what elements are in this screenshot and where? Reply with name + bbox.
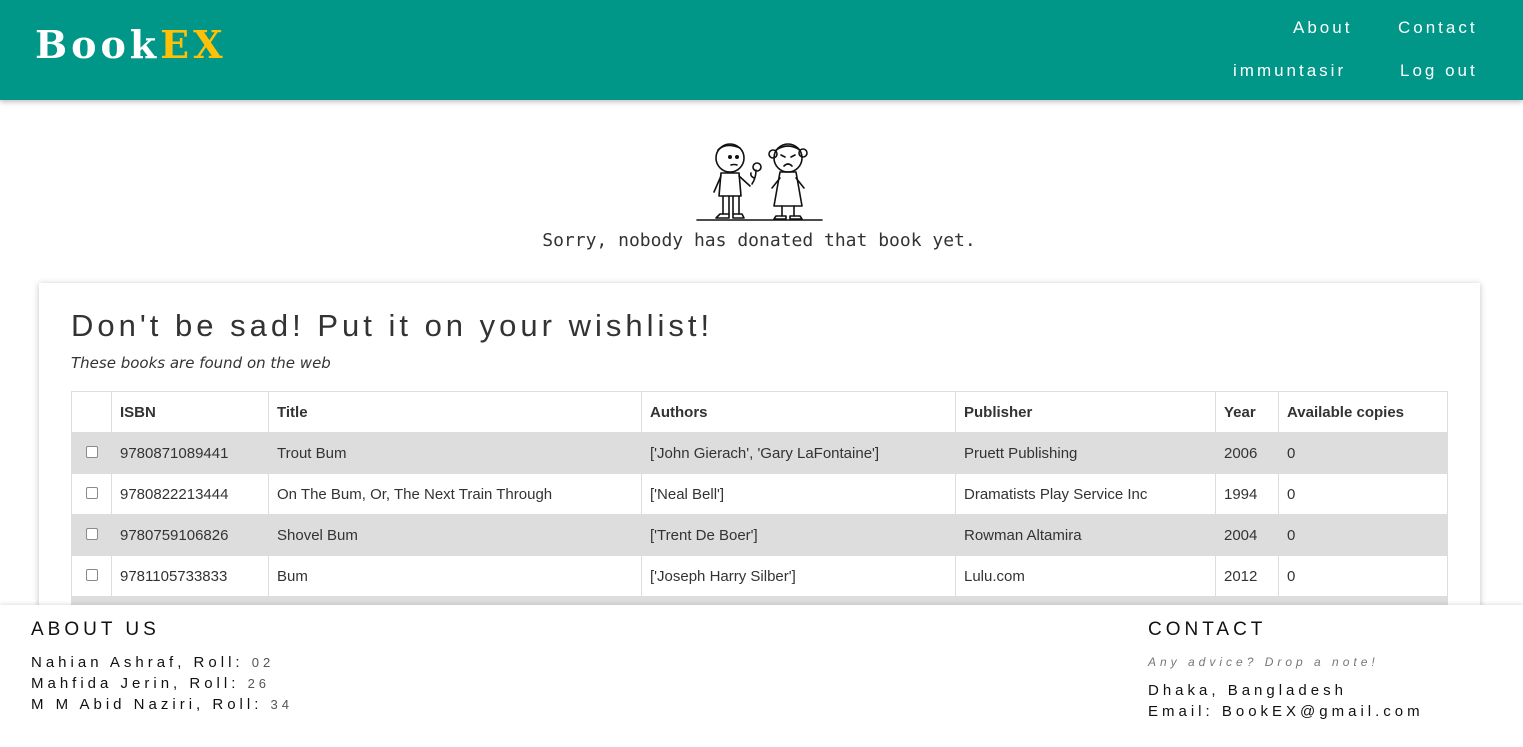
table-header-row: ISBN Title Authors Publisher Year Availa…: [71, 391, 1448, 433]
books-table: ISBN Title Authors Publisher Year Availa…: [71, 391, 1448, 638]
cell-title: Bum: [268, 555, 642, 597]
cell-publisher: Rowman Altamira: [955, 514, 1216, 556]
cell-copies: 0: [1278, 514, 1448, 556]
nav-contact-link[interactable]: Contact: [1398, 18, 1478, 38]
cell-isbn: 9780871089441: [111, 432, 269, 474]
member-line: M M Abid Naziri, Roll: 34: [31, 696, 293, 713]
cell-publisher: Pruett Publishing: [955, 432, 1216, 474]
col-isbn: ISBN: [111, 391, 269, 433]
table-row: 9780759106826 Shovel Bum ['Trent De Boer…: [71, 514, 1448, 556]
top-navbar: BookEX About Contact immuntasir Log out: [0, 0, 1523, 100]
table-row: 9780822213444 On The Bum, Or, The Next T…: [71, 473, 1448, 515]
cell-title: On The Bum, Or, The Next Train Through: [268, 473, 642, 515]
table-row: 9781105733833 Bum ['Joseph Harry Silber'…: [71, 555, 1448, 597]
nav-about-link[interactable]: About: [1293, 18, 1352, 38]
cell-publisher: Dramatists Play Service Inc: [955, 473, 1216, 515]
cell-title: Trout Bum: [268, 432, 642, 474]
cell-authors: ['Trent De Boer']: [641, 514, 956, 556]
row-checkbox[interactable]: [85, 527, 98, 540]
wishlist-subtitle: These books are found on the web: [71, 354, 331, 372]
member-name: Mahfida Jerin, Roll:: [31, 675, 240, 692]
member-line: Nahian Ashraf, Roll: 02: [31, 654, 274, 671]
cell-isbn: 9780759106826: [111, 514, 269, 556]
row-checkbox[interactable]: [85, 568, 98, 581]
sorry-message: Sorry, nobody has donated that book yet.: [542, 230, 976, 251]
table-row: 9780871089441 Trout Bum ['John Gierach',…: [71, 432, 1448, 474]
wishlist-title: Don't be sad! Put it on your wishlist!: [71, 308, 714, 343]
about-heading: ABOUT US: [31, 619, 160, 640]
member-roll: 26: [247, 676, 271, 691]
member-name: M M Abid Naziri, Roll:: [31, 696, 263, 713]
cell-authors: ['Neal Bell']: [641, 473, 956, 515]
col-title: Title: [268, 391, 642, 433]
col-copies: Available copies: [1278, 391, 1448, 433]
nav-user-link[interactable]: immuntasir: [1233, 61, 1346, 81]
nav-logout-link[interactable]: Log out: [1400, 61, 1478, 81]
cell-year: 1994: [1215, 473, 1279, 515]
cell-year: 2006: [1215, 432, 1279, 474]
col-authors: Authors: [641, 391, 956, 433]
cell-authors: ['Joseph Harry Silber']: [641, 555, 956, 597]
brand-accent: EX: [160, 22, 227, 67]
contact-location: Dhaka, Bangladesh: [1148, 682, 1347, 699]
cell-copies: 0: [1278, 555, 1448, 597]
col-select: [71, 391, 112, 433]
member-roll: 02: [251, 655, 275, 670]
cell-title: Shovel Bum: [268, 514, 642, 556]
contact-heading: CONTACT: [1148, 619, 1267, 640]
cell-isbn: 9781105733833: [111, 555, 269, 597]
cell-isbn: 9780822213444: [111, 473, 269, 515]
member-line: Mahfida Jerin, Roll: 26: [31, 675, 270, 692]
brand-logo[interactable]: BookEX: [35, 22, 227, 67]
col-publisher: Publisher: [955, 391, 1216, 433]
brand-main: Book: [35, 22, 161, 67]
cell-year: 2012: [1215, 555, 1279, 597]
row-checkbox[interactable]: [85, 486, 98, 499]
member-name: Nahian Ashraf, Roll:: [31, 654, 244, 671]
cell-copies: 0: [1278, 473, 1448, 515]
page-footer: ABOUT US Nahian Ashraf, Roll: 02 Mahfida…: [0, 605, 1523, 747]
member-roll: 34: [270, 697, 294, 712]
cell-copies: 0: [1278, 432, 1448, 474]
contact-email[interactable]: Email: BookEX@gmail.com: [1148, 703, 1424, 720]
contact-note: Any advice? Drop a note!: [1148, 655, 1379, 669]
row-checkbox[interactable]: [85, 445, 98, 458]
cell-year: 2004: [1215, 514, 1279, 556]
col-year: Year: [1215, 391, 1279, 433]
cell-publisher: Lulu.com: [955, 555, 1216, 597]
cell-authors: ['John Gierach', 'Gary LaFontaine']: [641, 432, 956, 474]
sad-kids-icon: [696, 143, 823, 221]
